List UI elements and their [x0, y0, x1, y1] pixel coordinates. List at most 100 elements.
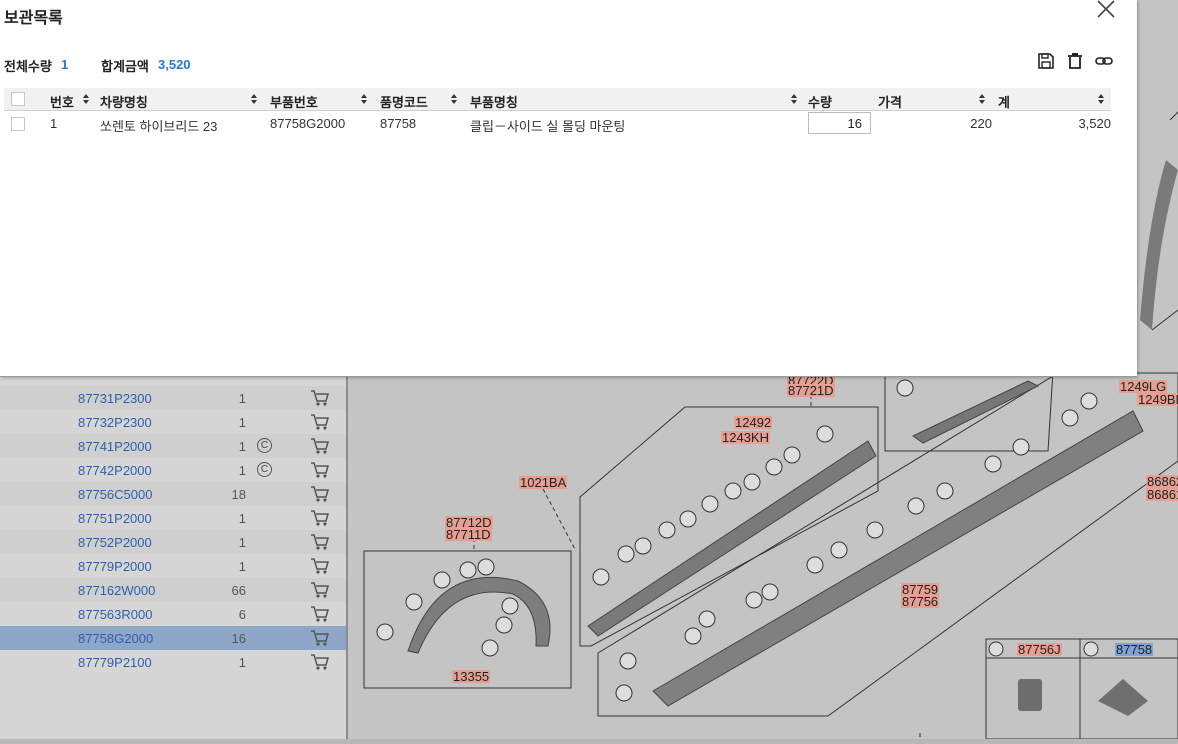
diagram-label[interactable]: 87711D [445, 528, 492, 541]
diagram-label[interactable]: 13355 [452, 670, 491, 683]
cart-icon[interactable] [310, 653, 330, 671]
col-header-qty[interactable]: 수량 [808, 92, 832, 111]
part-qty: 1 [238, 415, 246, 430]
diagram-edge-drawing [1140, 111, 1178, 331]
sort-icon[interactable] [978, 93, 986, 105]
cell-price: 220 [970, 116, 992, 131]
part-number[interactable]: 87752P2000 [78, 535, 152, 550]
parts-list: 87722P2300 87731P2300187732P2300187741P2… [0, 361, 346, 739]
list-item[interactable]: 87751P2000 1 [0, 506, 346, 530]
table-row[interactable]: 1 쏘렌토 하이브리드 23 87758G2000 87758 클립－사이드 실… [4, 111, 1111, 137]
part-number[interactable]: 87742P2000 [78, 463, 152, 478]
select-all-checkbox[interactable] [11, 92, 25, 106]
part-number[interactable]: 877162W000 [78, 583, 155, 598]
part-qty: 1 [238, 559, 246, 574]
diagram-label-selected[interactable]: 87758 [1115, 643, 1154, 656]
saved-list-modal: 보관목록 전체수량 1 합계금액 3,520 번호 차량명칭 부품번호 품명코드… [0, 0, 1137, 377]
cart-icon[interactable] [310, 581, 330, 599]
part-qty: 1 [238, 655, 246, 670]
diagram-label[interactable]: 87756 [901, 595, 940, 608]
diagram-label[interactable]: 12492 [734, 416, 773, 429]
cart-icon[interactable] [310, 437, 330, 455]
diagram-label[interactable]: 86861 [1146, 488, 1178, 501]
list-item[interactable]: 87732P2300 1 [0, 410, 346, 434]
sort-icon[interactable] [1097, 93, 1105, 105]
side-sill-box [597, 372, 1178, 717]
diagram-label[interactable]: 87721D [787, 384, 835, 397]
c-badge-icon: C [257, 438, 272, 453]
col-header-no[interactable]: 번호 [50, 92, 74, 111]
cell-part-name: 클립－사이드 실 몰딩 마운팅 [470, 119, 626, 134]
sort-icon[interactable] [82, 93, 90, 105]
sort-icon[interactable] [790, 93, 798, 105]
trash-icon[interactable] [1066, 52, 1084, 70]
part-number[interactable]: 87731P2300 [78, 391, 152, 406]
part-qty: 6 [238, 607, 246, 622]
sort-icon[interactable] [450, 93, 458, 105]
close-icon[interactable] [1096, 0, 1116, 18]
list-item[interactable]: 87779P2100 1 [0, 650, 346, 674]
diagram-label[interactable]: 87756J [1017, 643, 1062, 656]
cell-name-code: 87758 [380, 116, 417, 131]
part-number[interactable]: 877563R000 [78, 607, 152, 622]
part-number[interactable]: 87756C5000 [78, 487, 152, 502]
cart-icon[interactable] [310, 629, 330, 647]
part-number[interactable]: 87732P2300 [78, 415, 152, 430]
part-number[interactable]: 87758G2000 [78, 631, 153, 646]
part-qty: 1 [238, 535, 246, 550]
col-header-price[interactable]: 가격 [878, 92, 902, 111]
total-qty-label: 전체수량 [4, 59, 52, 74]
list-item[interactable]: 87756C5000 18 [0, 482, 346, 506]
link-icon[interactable] [1095, 52, 1113, 70]
part-number[interactable]: 87741P2000 [78, 439, 152, 454]
diagram-label[interactable]: 1021BA [519, 476, 568, 489]
diagram-label[interactable]: 1249BB [1137, 393, 1178, 406]
cart-icon[interactable] [310, 389, 330, 407]
part-qty: 1 [238, 511, 246, 526]
upper-moulding-part [912, 380, 1040, 444]
total-qty-value: 1 [61, 57, 69, 72]
list-item[interactable]: 87758G2000 16 [0, 626, 346, 650]
save-icon[interactable] [1037, 52, 1055, 70]
col-header-name-code[interactable]: 품명코드 [380, 92, 428, 111]
diagram-label[interactable]: 1243KH [721, 431, 770, 444]
part-qty: 1 [238, 463, 246, 478]
list-item[interactable]: 87742P2000 1 C [0, 458, 346, 482]
list-item[interactable]: 877162W000 66 [0, 578, 346, 602]
modal-title: 보관목록 [4, 10, 63, 27]
part-qty: 1 [238, 439, 246, 454]
quantity-input[interactable] [808, 112, 871, 134]
total-amount-label: 합계금액 [101, 59, 149, 74]
row-checkbox[interactable] [11, 117, 25, 131]
part-number[interactable]: 87779P2100 [78, 655, 152, 670]
part-number[interactable]: 87751P2000 [78, 511, 152, 526]
fender-arch-part [407, 576, 551, 654]
list-item[interactable]: 87731P2300 1 [0, 386, 346, 410]
cart-icon[interactable] [310, 485, 330, 503]
list-item[interactable]: 87779P2000 1 [0, 554, 346, 578]
part-qty: 66 [231, 583, 246, 598]
part-qty: 16 [231, 631, 246, 646]
cart-icon[interactable] [310, 533, 330, 551]
col-header-part-no[interactable]: 부품번호 [270, 92, 318, 111]
col-header-vehicle[interactable]: 차량명칭 [100, 92, 148, 111]
cart-icon[interactable] [310, 461, 330, 479]
col-header-part-name[interactable]: 부품명칭 [470, 92, 518, 111]
cart-icon[interactable] [310, 605, 330, 623]
c-badge-icon: C [257, 462, 272, 477]
part-qty: 1 [238, 391, 246, 406]
cart-icon[interactable] [310, 413, 330, 431]
sort-icon[interactable] [250, 93, 258, 105]
parts-diagram[interactable]: 87722D 87721D 12492 1243KH 1021BA 87712D… [348, 162, 1178, 741]
sort-icon[interactable] [360, 93, 368, 105]
table-header: 번호 차량명칭 부품번호 품명코드 부품명칭 수량 가격 계 [4, 88, 1111, 111]
fender-shape [1140, 160, 1178, 330]
part-number[interactable]: 87779P2000 [78, 559, 152, 574]
list-item[interactable]: 87741P2000 1 C [0, 434, 346, 458]
clip-b-image [1098, 679, 1148, 716]
col-header-total[interactable]: 계 [998, 92, 1010, 111]
cart-icon[interactable] [310, 509, 330, 527]
list-item[interactable]: 87752P2000 1 [0, 530, 346, 554]
cart-icon[interactable] [310, 557, 330, 575]
list-item[interactable]: 877563R000 6 [0, 602, 346, 626]
